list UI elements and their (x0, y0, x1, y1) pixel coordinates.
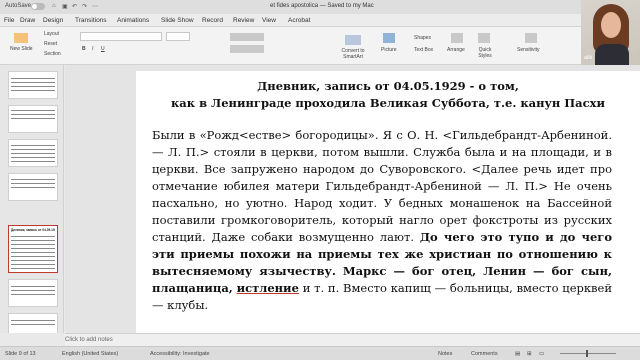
new-slide-button[interactable]: New Slide (10, 46, 33, 52)
smartart-icon[interactable] (345, 35, 361, 45)
paragraph-controls[interactable] (230, 33, 264, 41)
accessibility-status[interactable]: Accessibility: Investigate (150, 351, 210, 357)
sorter-view-icon[interactable]: ⊞ (527, 351, 532, 357)
reset-button[interactable]: Reset (44, 41, 57, 47)
slide-thumbnail-selected[interactable]: Дневник, запись от 04.05.1929 - о том, (8, 225, 58, 273)
text-box-button[interactable]: Text Box (414, 47, 433, 53)
notes-toggle[interactable]: Notes (438, 351, 452, 357)
arrange-button[interactable]: Arrange (447, 47, 465, 53)
menu-file[interactable]: File (4, 17, 14, 24)
italic-button[interactable]: I (92, 46, 93, 52)
zoom-slider[interactable] (560, 353, 616, 354)
slide-thumbnail[interactable] (8, 71, 58, 99)
slide-thumbnail[interactable] (8, 105, 58, 133)
menu-draw[interactable]: Draw (20, 17, 35, 24)
more-icon[interactable]: ⋯ (92, 3, 98, 10)
redo-icon[interactable]: ↷ (82, 3, 87, 10)
arrange-icon[interactable] (451, 33, 463, 43)
bold-button[interactable]: B (82, 46, 86, 52)
slide-editor: Дневник, запись от 04.05.1929 - о том, к… (65, 65, 640, 333)
alignment-controls[interactable] (230, 45, 264, 53)
menu-animations[interactable]: Animations (117, 17, 149, 24)
undo-icon[interactable]: ↶ (72, 3, 77, 10)
presenter-face (601, 12, 621, 38)
slide-thumbnail-pane: Дневник, запись от 04.05.1929 - о том, (0, 65, 64, 333)
menu-design[interactable]: Design (43, 17, 63, 24)
font-size-select[interactable] (166, 32, 190, 41)
menu-acrobat[interactable]: Acrobat (288, 17, 310, 24)
title-bar: AutoSave ⌂ ▣ ↶ ↷ ⋯ et fides apostolica —… (0, 0, 640, 14)
zoom-slider-handle[interactable] (586, 350, 588, 357)
presenter-name: alik (584, 55, 593, 61)
presenter-body (595, 44, 629, 65)
picture-icon[interactable] (383, 33, 395, 43)
home-icon[interactable]: ⌂ (52, 3, 56, 9)
slide-heading-line-2: как в Ленинграде проходила Великая Суббо… (171, 96, 605, 110)
document-title: et fides apostolica — Saved to my Mac (270, 3, 374, 9)
shapes-button[interactable]: Shapes (414, 35, 431, 41)
layout-button[interactable]: Layout (44, 31, 59, 37)
save-icon[interactable]: ▣ (62, 3, 68, 10)
sensitivity-icon[interactable] (525, 33, 537, 43)
slide-thumbnail[interactable] (8, 173, 58, 201)
ribbon: New Slide Layout Reset Section B I U Con… (0, 27, 640, 65)
underline-button[interactable]: U (101, 46, 105, 52)
autosave-label: AutoSave (5, 3, 32, 9)
quick-styles-button[interactable]: Quick Styles (472, 47, 498, 59)
menu-view[interactable]: View (262, 17, 276, 24)
notes-pane[interactable]: Click to add notes (65, 333, 640, 346)
reading-view-icon[interactable]: ▭ (539, 351, 544, 357)
menu-record[interactable]: Record (202, 17, 223, 24)
slide-heading-line-1: Дневник, запись от 04.05.1929 - о том, (257, 79, 519, 93)
autosave-toggle[interactable] (31, 3, 45, 10)
slide-thumbnail[interactable] (8, 313, 58, 333)
section-button[interactable]: Section (44, 51, 61, 57)
slide-counter: Slide 9 of 13 (5, 351, 36, 357)
new-slide-icon[interactable] (14, 33, 28, 43)
body-paragraph-1: Были в «Рожд<естве> богородицы». Я с О. … (152, 128, 612, 244)
status-bar: Slide 9 of 13 English (United States) Ac… (0, 346, 640, 360)
menu-review[interactable]: Review (233, 17, 254, 24)
language-status[interactable]: English (United States) (62, 351, 118, 357)
sensitivity-button[interactable]: Sensitivity (517, 47, 540, 53)
slide-body: Были в «Рожд<естве> богородицы». Я с О. … (152, 127, 612, 314)
slide-thumbnail[interactable] (8, 139, 58, 167)
picture-button[interactable]: Picture (381, 47, 397, 53)
webcam-overlay: alik (581, 0, 640, 65)
notes-placeholder[interactable]: Click to add notes (65, 337, 113, 343)
font-family-select[interactable] (80, 32, 162, 41)
normal-view-icon[interactable]: ▤ (515, 351, 520, 357)
menu-bar: File Draw Design Transitions Animations … (0, 14, 640, 27)
body-underlined-word: истление (236, 281, 299, 295)
comments-toggle[interactable]: Comments (471, 351, 498, 357)
menu-transitions[interactable]: Transitions (75, 17, 107, 24)
current-slide[interactable]: Дневник, запись от 04.05.1929 - о том, к… (136, 71, 640, 333)
quick-styles-icon[interactable] (478, 33, 490, 43)
thumbnail-heading: Дневник, запись от 04.05.1929 - о том, (11, 228, 55, 232)
convert-smartart-button[interactable]: Convert to SmartArt (336, 48, 370, 60)
slide-thumbnail[interactable] (8, 279, 58, 307)
menu-slide-show[interactable]: Slide Show (161, 17, 194, 24)
